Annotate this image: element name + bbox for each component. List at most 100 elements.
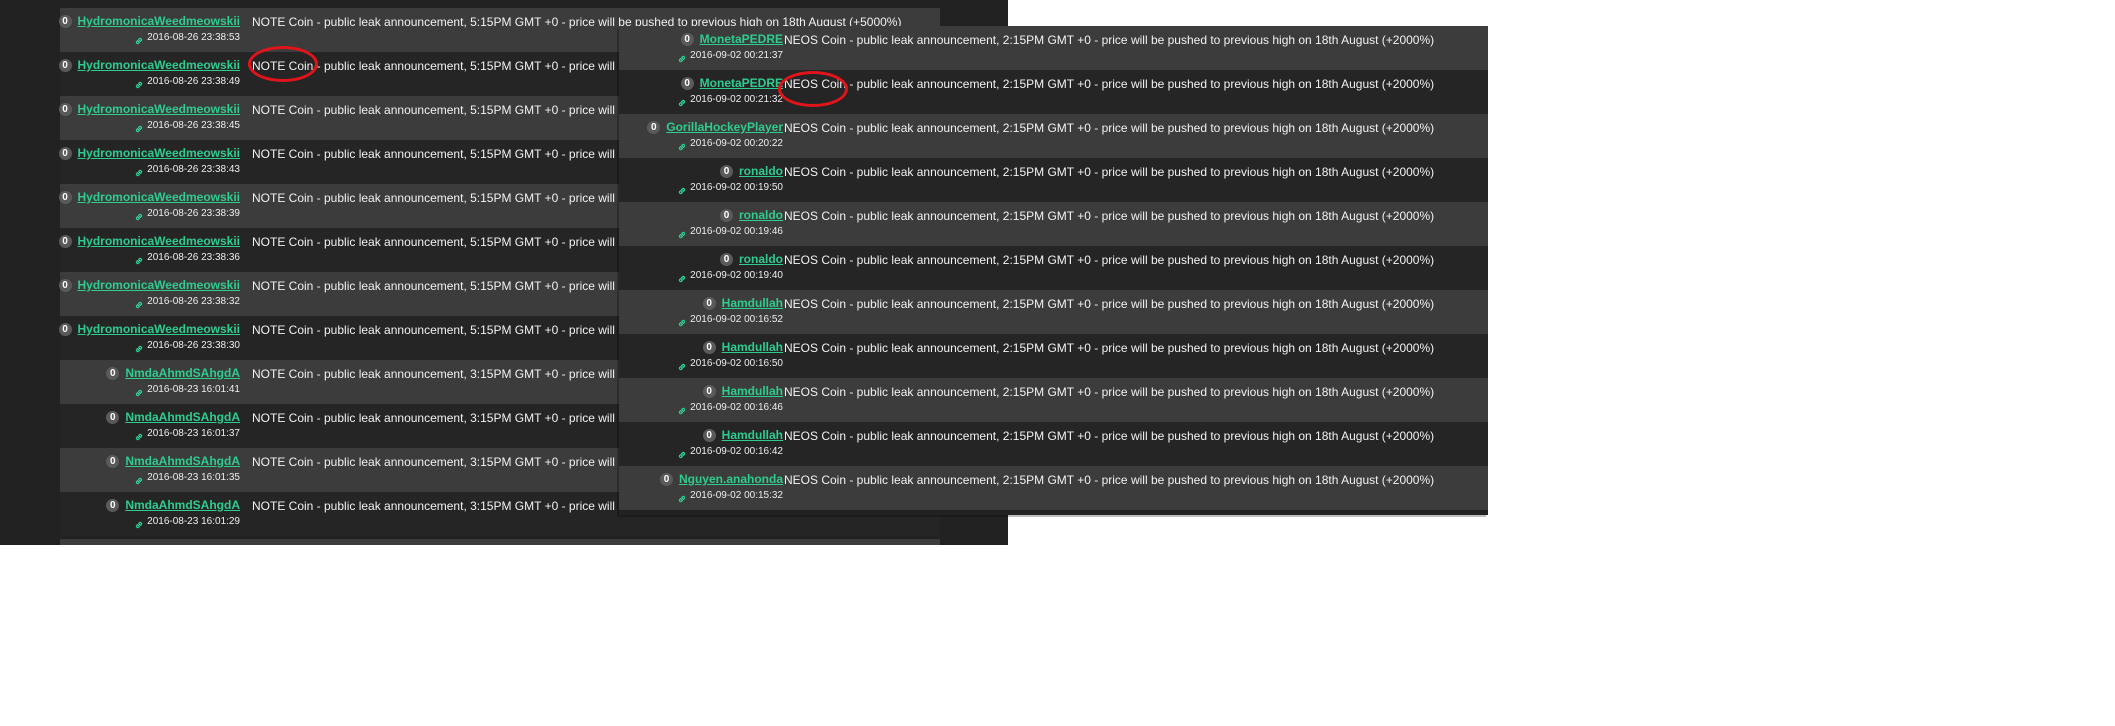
timestamp: 2016-08-26 23:38:43 bbox=[147, 164, 240, 175]
list-item: 0 ronaldo 2016-09-02 00:19:50 NEOS Coin … bbox=[619, 158, 1488, 202]
username-link[interactable]: HydromonicaWeedmeowskii bbox=[78, 14, 241, 28]
link-icon[interactable] bbox=[134, 429, 144, 440]
score-badge: 0 bbox=[702, 296, 716, 310]
user-line: 0 Nguyen.anahonda bbox=[659, 472, 783, 486]
link-icon[interactable] bbox=[677, 227, 687, 238]
username-link[interactable]: HydromonicaWeedmeowskii bbox=[78, 190, 241, 204]
message-meta: 0 HydromonicaWeedmeowskii 2016-08-26 23:… bbox=[58, 52, 241, 96]
username-link[interactable]: HydromonicaWeedmeowskii bbox=[78, 58, 241, 72]
score-badge: 0 bbox=[680, 76, 694, 90]
timestamp-line: 2016-09-02 00:19:50 bbox=[677, 182, 783, 194]
link-icon[interactable] bbox=[677, 51, 687, 62]
timestamp-line: 2016-08-26 23:38:39 bbox=[134, 208, 240, 220]
username-link[interactable]: NmdaAhmdSAhgdA bbox=[125, 410, 240, 424]
user-line: 0 Hamdullah bbox=[702, 428, 783, 442]
message-meta: 0 HydromonicaWeedmeowskii 2016-08-26 23:… bbox=[58, 316, 241, 360]
user-line: 0 HydromonicaWeedmeowskii bbox=[58, 278, 241, 292]
timestamp-line: 2016-08-26 23:38:30 bbox=[134, 340, 240, 352]
timestamp-line: 2016-09-02 00:16:46 bbox=[677, 402, 783, 414]
username-link[interactable]: HydromonicaWeedmeowskii bbox=[78, 102, 241, 116]
username-link[interactable]: Hamdullah bbox=[722, 296, 783, 310]
username-link[interactable]: MonetaPEDRE bbox=[700, 76, 783, 90]
message-text: NOTE Coin - public leak announcement, 5:… bbox=[252, 59, 625, 73]
link-icon[interactable] bbox=[134, 77, 144, 88]
username-link[interactable]: GorillaHockeyPlayer bbox=[666, 120, 783, 134]
link-icon[interactable] bbox=[677, 183, 687, 194]
user-line: 0 NmdaAhmdSAhgdA bbox=[106, 498, 240, 512]
timestamp-line: 2016-09-02 00:21:32 bbox=[677, 94, 783, 106]
link-icon[interactable] bbox=[134, 253, 144, 264]
timestamp: 2016-08-26 23:38:32 bbox=[147, 296, 240, 307]
username-link[interactable]: HydromonicaWeedmeowskii bbox=[78, 278, 241, 292]
message-meta: 0 HydromonicaWeedmeowskii 2016-08-26 23:… bbox=[58, 184, 241, 228]
link-icon[interactable] bbox=[677, 315, 687, 326]
user-line: 0 HydromonicaWeedmeowskii bbox=[58, 190, 241, 204]
message-text: NOTE Coin - public leak announcement, 5:… bbox=[252, 191, 625, 205]
link-icon[interactable] bbox=[134, 517, 144, 528]
timestamp: 2016-08-23 16:01:29 bbox=[147, 516, 240, 527]
link-icon[interactable] bbox=[677, 447, 687, 458]
message-meta: 0 ronaldo 2016-09-02 00:19:40 bbox=[619, 246, 783, 290]
score-badge: 0 bbox=[720, 252, 733, 266]
message-text: NOTE Coin - public leak announcement, 3:… bbox=[252, 367, 625, 381]
score-badge: 0 bbox=[58, 14, 72, 28]
user-line: 0 GorillaHockeyPlayer bbox=[647, 120, 783, 134]
link-icon[interactable] bbox=[134, 297, 144, 308]
link-icon[interactable] bbox=[134, 385, 144, 396]
link-icon[interactable] bbox=[134, 121, 144, 132]
username-link[interactable]: ronaldo bbox=[739, 252, 783, 266]
username-link[interactable]: Hamdullah bbox=[722, 428, 783, 442]
list-item: 0 ronaldo 2016-09-02 00:19:40 NEOS Coin … bbox=[619, 246, 1488, 290]
link-icon[interactable] bbox=[134, 165, 144, 176]
username-link[interactable]: ronaldo bbox=[739, 164, 783, 178]
message-text: NEOS Coin - public leak announcement, 2:… bbox=[784, 77, 1435, 91]
username-link[interactable]: ronaldo bbox=[739, 208, 783, 222]
username-link[interactable]: NmdaAhmdSAhgdA bbox=[125, 498, 240, 512]
link-icon[interactable] bbox=[134, 473, 144, 484]
link-icon[interactable] bbox=[677, 359, 687, 370]
message-meta: 0 Hamdullah 2016-09-02 00:16:50 bbox=[619, 334, 783, 378]
username-link[interactable]: HydromonicaWeedmeowskii bbox=[78, 146, 241, 160]
score-badge: 0 bbox=[106, 410, 120, 424]
message-meta: 0 HydromonicaWeedmeowskii 2016-08-26 23:… bbox=[58, 96, 241, 140]
link-icon[interactable] bbox=[677, 95, 687, 106]
score-badge: 0 bbox=[680, 32, 694, 46]
timestamp: 2016-09-02 00:16:42 bbox=[690, 446, 783, 457]
score-badge: 0 bbox=[106, 454, 120, 468]
link-icon[interactable] bbox=[134, 209, 144, 220]
user-line: 0 ronaldo bbox=[720, 164, 783, 178]
user-line: 0 ronaldo bbox=[720, 208, 783, 222]
username-link[interactable]: NmdaAhmdSAhgdA bbox=[125, 454, 240, 468]
username-link[interactable]: HydromonicaWeedmeowskii bbox=[78, 234, 241, 248]
link-icon[interactable] bbox=[677, 491, 687, 502]
link-icon[interactable] bbox=[677, 403, 687, 414]
message-text: NOTE Coin - public leak announcement, 3:… bbox=[252, 499, 625, 513]
list-item: 0 Nguyen.anahonda 2016-09-02 00:15:32 NE… bbox=[619, 466, 1488, 510]
username-link[interactable]: NmdaAhmdSAhgdA bbox=[125, 366, 240, 380]
username-link[interactable]: Hamdullah bbox=[722, 384, 783, 398]
username-link[interactable]: HydromonicaWeedmeowskii bbox=[78, 322, 241, 336]
list-item: 0 Hamdullah 2016-09-02 00:16:42 NEOS Coi… bbox=[619, 422, 1488, 466]
username-link[interactable]: Hamdullah bbox=[722, 340, 783, 354]
link-icon[interactable] bbox=[134, 341, 144, 352]
message-text: NOTE Coin - public leak announcement, 5:… bbox=[252, 323, 625, 337]
link-icon[interactable] bbox=[134, 33, 144, 44]
user-line: 0 MonetaPEDRE bbox=[680, 76, 783, 90]
timestamp-line: 2016-09-02 00:16:42 bbox=[677, 446, 783, 458]
timestamp-line: 2016-08-23 16:01:29 bbox=[134, 516, 240, 528]
timestamp-line: 2016-08-26 23:38:45 bbox=[134, 120, 240, 132]
user-line: 0 HydromonicaWeedmeowskii bbox=[58, 58, 241, 72]
score-badge: 0 bbox=[58, 234, 72, 248]
score-badge: 0 bbox=[647, 120, 661, 134]
score-badge: 0 bbox=[702, 340, 716, 354]
message-text: NEOS Coin - public leak announcement, 2:… bbox=[784, 385, 1435, 399]
timestamp: 2016-09-02 00:21:32 bbox=[690, 94, 783, 105]
username-link[interactable]: Nguyen.anahonda bbox=[679, 472, 783, 486]
timestamp: 2016-09-02 00:21:37 bbox=[690, 50, 783, 61]
user-line: 0 HydromonicaWeedmeowskii bbox=[58, 234, 241, 248]
username-link[interactable]: MonetaPEDRE bbox=[700, 32, 783, 46]
link-icon[interactable] bbox=[677, 271, 687, 282]
timestamp: 2016-08-26 23:38:30 bbox=[147, 340, 240, 351]
message-meta: 0 ronaldo 2016-09-02 00:19:46 bbox=[619, 202, 783, 246]
link-icon[interactable] bbox=[677, 139, 687, 150]
